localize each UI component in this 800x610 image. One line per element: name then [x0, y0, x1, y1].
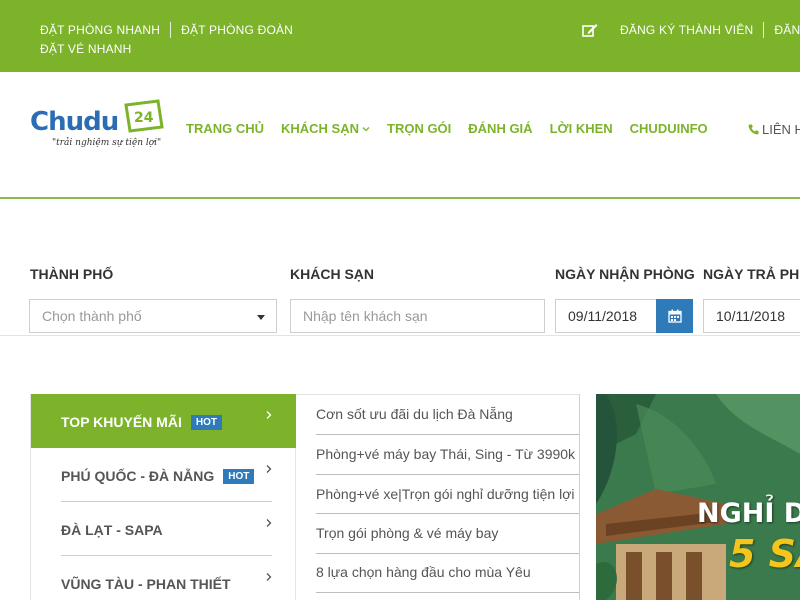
menu-item-label: PHÚ QUỐC - ĐÀ NẴNG [61, 468, 215, 484]
nav-label: ĐÁNH GIÁ [468, 121, 533, 136]
city-select[interactable]: Chọn thành phố [29, 299, 277, 333]
menu-item-phu-quoc-da-nang[interactable]: PHÚ QUỐC - ĐÀ NẴNG HOT [31, 448, 296, 502]
nav-label: CHUDUINFO [629, 121, 708, 136]
edit-icon [582, 24, 598, 37]
account-links: ĐĂNG KÝ THÀNH VIÊN ĐĂN [582, 22, 800, 38]
promo-list: Cơn sốt ưu đãi du lịch Đà Nẵng Phòng+vé … [296, 394, 580, 600]
calendar-icon [667, 309, 682, 323]
logo-tagline: "trải nghiệm sự tiện lợi" [52, 138, 162, 148]
promo-label: 8 lựa chọn hàng đầu cho mùa Yêu [316, 564, 531, 580]
list-item[interactable]: Trọn gói phòng & vé máy bay [316, 514, 579, 554]
contact-link[interactable]: LIÊN H [748, 122, 800, 137]
nav-label: LỜI KHEN [549, 121, 613, 136]
list-item[interactable]: Phòng+vé xe|Trọn gói nghỉ dưỡng tiện lợi [316, 475, 579, 515]
hot-badge: HOT [190, 414, 222, 430]
nav-label: KHÁCH SẠN [281, 121, 359, 136]
promo-label: Phòng+vé xe|Trọn gói nghỉ dưỡng tiện lợi [316, 486, 575, 502]
checkin-date-input[interactable]: 09/11/2018 [555, 299, 657, 333]
chevron-right-icon [266, 411, 272, 419]
menu-item-label: TOP KHUYẾN MÃI [61, 414, 182, 430]
city-placeholder: Chọn thành phố [42, 308, 142, 324]
menu-item-vung-tau-phan-thiet[interactable]: VŨNG TÀU - PHAN THIẾT [31, 556, 296, 610]
nav-label: TRỌN GÓI [387, 121, 452, 136]
menu-item-label: VŨNG TÀU - PHAN THIẾT [61, 576, 231, 592]
quick-booking-link[interactable]: ĐẶT PHÒNG NHANH [40, 23, 160, 37]
quick-ticket-link[interactable]: ĐẶT VÉ NHANH [40, 42, 132, 56]
chevron-down-icon [362, 126, 370, 131]
promo-label: Cơn sốt ưu đãi du lịch Đà Nẵng [316, 406, 513, 422]
nav-packages[interactable]: TRỌN GÓI [387, 121, 451, 136]
nav-label: TRANG CHỦ [186, 121, 264, 136]
promo-label: Phòng+vé máy bay Thái, Sing - Từ 3990k [316, 446, 576, 462]
register-link[interactable]: ĐĂNG KÝ THÀNH VIÊN [620, 23, 753, 37]
nav-reviews[interactable]: ĐÁNH GIÁ [468, 121, 532, 136]
city-label: THÀNH PHỐ [30, 266, 114, 282]
list-item[interactable]: 8 lựa chọn hàng đầu cho mùa Yêu [316, 553, 579, 593]
nav-home[interactable]: TRANG CHỦ [186, 121, 264, 136]
logo-badge-icon: 24 [124, 99, 164, 133]
group-booking-link[interactable]: ĐẶT PHÒNG ĐOÀN [181, 23, 293, 37]
logo[interactable]: Chudu 24 "trải nghiệm sự tiện lợi" [30, 99, 166, 151]
chevron-right-icon [266, 573, 272, 581]
chevron-right-icon [266, 465, 272, 473]
checkin-label: NGÀY NHẬN PHÒNG [555, 266, 695, 282]
logo-badge-text: 24 [134, 110, 154, 126]
menu-item-da-lat-sapa[interactable]: ĐÀ LẠT - SAPA [31, 502, 296, 556]
hotel-input[interactable]: Nhập tên khách sạn [290, 299, 545, 333]
checkin-value: 09/11/2018 [568, 308, 638, 324]
nav-chuduinfo[interactable]: CHUDUINFO [630, 121, 708, 136]
contact-label: LIÊN H [762, 122, 800, 137]
phone-icon [748, 124, 759, 135]
category-menu: TOP KHUYẾN MÃI HOT PHÚ QUỐC - ĐÀ NẴNG HOT … [30, 394, 296, 600]
nav-compliments[interactable]: LỜI KHEN [550, 121, 613, 136]
quick-links: ĐẶT PHÒNG NHANH ĐẶT PHÒNG ĐOÀN [40, 22, 293, 38]
divider [170, 22, 172, 38]
hotel-placeholder: Nhập tên khách sạn [303, 308, 428, 324]
checkout-date-input[interactable]: 10/11/2018 [703, 299, 800, 333]
checkout-label: NGÀY TRẢ PH [703, 266, 800, 282]
hot-badge: HOT [223, 468, 255, 484]
hotel-label: KHÁCH SẠN [290, 266, 374, 282]
banner-subtitle: 5 SA [729, 532, 800, 576]
menu-item-label: ĐÀ LẠT - SAPA [61, 522, 163, 538]
banner-title: NGHỈ DU [697, 498, 800, 529]
main-nav: TRANG CHỦ KHÁCH SẠN TRỌN GÓI ĐÁNH GIÁ LỜ… [186, 121, 725, 136]
list-item[interactable]: Phòng+vé máy bay Thái, Sing - Từ 3990k [316, 435, 579, 475]
chevron-right-icon [266, 519, 272, 527]
caret-down-icon [257, 315, 265, 320]
promo-label: Trọn gói phòng & vé máy bay [316, 525, 499, 541]
logo-text: Chudu [30, 107, 119, 137]
search-form: THÀNH PHỐ Chọn thành phố KHÁCH SẠN Nhập … [0, 200, 800, 336]
divider [763, 22, 765, 38]
checkin-calendar-button[interactable] [656, 299, 693, 333]
checkout-value: 10/11/2018 [716, 308, 786, 324]
menu-item-top-promotions[interactable]: TOP KHUYẾN MÃI HOT [31, 394, 296, 448]
divider [316, 592, 579, 593]
promo-banner[interactable]: NGHỈ DU 5 SA [596, 394, 800, 600]
list-item[interactable]: Cơn sốt ưu đãi du lịch Đà Nẵng [316, 395, 579, 435]
login-link[interactable]: ĐĂN [774, 23, 800, 37]
header: Chudu 24 "trải nghiệm sự tiện lợi" TRANG… [0, 72, 800, 199]
nav-hotels[interactable]: KHÁCH SẠN [281, 121, 370, 136]
top-bar: ĐẶT PHÒNG NHANH ĐẶT PHÒNG ĐOÀN ĐẶT VÉ NH… [0, 0, 800, 72]
